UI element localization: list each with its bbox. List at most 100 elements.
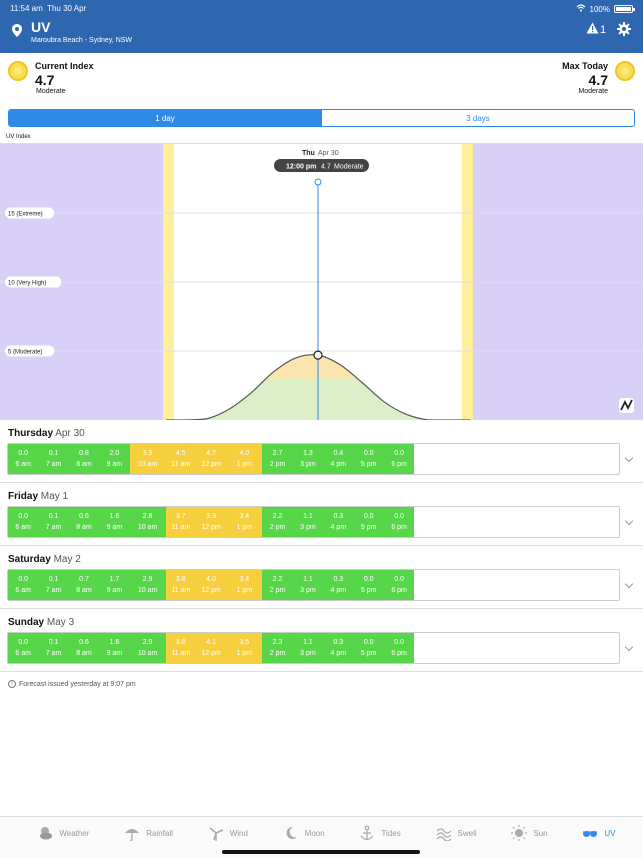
hour-cell: 0.0 6 pm [383,633,415,663]
current-value-point [313,350,323,360]
chevron-down-icon[interactable] [624,579,634,589]
hourly-strip[interactable]: 0.0 6 am 0.1 7 am 0.8 8 am 2.0 9 am 3.5 10 am 4.5 1… [7,443,620,475]
tab-label: Weather [59,828,90,838]
hour-uv-value: 0.0 [18,513,29,520]
hour-cell: 3.4 1 pm [226,570,263,600]
hour-uv-value: 2.8 [142,513,153,520]
hour-cell: 1.7 9 am [99,570,130,600]
tab-tides[interactable]: Tides [359,825,401,841]
hour-time: 5 pm [360,587,377,594]
tab-weather[interactable]: Weather [37,825,89,841]
hour-uv-value: 0.3 [333,576,344,583]
hour-uv-value: 0.4 [333,450,344,457]
hourly-strip[interactable]: 0.0 6 am 0.1 7 am 0.7 8 am 1.7 9 am 2.9 10 am 3.8 1… [7,569,620,601]
day-section: Thursday Apr 30 0.0 6 am 0.1 7 am 0.8 8 am 2.0 9… [0,420,643,483]
hour-cell: 0.1 7 am [38,507,69,537]
gear-icon[interactable] [617,22,631,41]
hour-time: 7 am [45,650,62,657]
current-time-handle[interactable] [314,178,322,186]
hour-time: 11 am [171,587,191,594]
hour-uv-value: 0.0 [394,576,404,583]
hour-uv-value: 0.0 [363,576,374,583]
warnings-button[interactable]: 1 [586,22,606,37]
hour-cell: 3.9 12 pm [195,507,227,537]
hour-uv-value: 0.0 [394,450,404,457]
segment-3-days[interactable]: 3 days [321,110,634,126]
day-title: Saturday May 2 [8,554,81,565]
hour-cell: 1.6 9 am [99,507,130,537]
hour-uv-value: 0.0 [363,450,374,457]
hour-uv-value: 2.9 [142,639,153,646]
hour-time: 1 pm [236,587,253,594]
day-title: Sunday May 3 [8,617,74,628]
hourly-strip[interactable]: 0.0 6 am 0.1 7 am 0.6 8 am 1.6 9 am 2.8 10 am 3.7 1… [7,506,620,538]
tab-wind[interactable]: Wind [208,825,248,841]
hour-uv-value: 3.4 [239,513,250,520]
chevron-down-icon[interactable] [624,453,634,463]
chart-type-icon[interactable] [619,398,634,413]
hour-cell: 0.3 4 pm [323,507,354,537]
hour-time: 8 am [76,461,92,468]
hour-uv-value: 2.7 [272,450,283,457]
chevron-down-icon[interactable] [624,642,634,652]
hour-time: 2 pm [269,650,286,657]
tab-swell[interactable]: Swell [436,825,477,841]
hour-uv-value: 1.6 [109,513,120,520]
max-today-category: Moderate [578,88,608,95]
chart-y-label: UV Index [6,134,31,140]
current-sun-icon [8,61,28,81]
hour-uv-value: 3.8 [175,576,186,583]
hour-cell: 2.3 2 pm [262,633,293,663]
hourly-strip[interactable]: 0.0 6 am 0.1 7 am 0.6 8 am 1.6 9 am 2.9 10 am 3.8 1… [7,632,620,664]
hour-cell: 0.1 7 am [38,444,69,474]
tab-uv[interactable]: UV [582,825,616,841]
hour-cell: 0.8 8 am [68,444,100,474]
day-section: Friday May 1 0.0 6 am 0.1 7 am 0.6 8 am 1.6 9 am… [0,483,643,546]
hour-uv-value: 0.3 [333,639,344,646]
hour-cell: 2.0 9 am [99,444,130,474]
hour-uv-value: 1.3 [303,450,313,457]
hour-cell: 0.0 6 am [8,507,39,537]
chevron-down-icon[interactable] [624,516,634,526]
hour-cell: 0.0 5 pm [353,633,384,663]
swell-icon [436,828,451,841]
hour-cell: 3.5 10 am [129,444,166,474]
hour-cell: 4.0 12 pm [195,570,227,600]
sun-icon [511,825,528,841]
hour-time: 8 am [76,587,92,594]
hour-cell: 1.1 3 pm [292,633,324,663]
hour-uv-value: 4.0 [239,450,250,457]
threshold-label: 15 (Extreme) [8,212,43,218]
hour-cell: 2.9 10 am [129,570,166,600]
hour-uv-value: 4.1 [206,639,217,646]
warning-icon [586,22,599,37]
hour-time: 3 pm [300,461,316,468]
hour-uv-value: 4.5 [175,450,186,457]
hour-uv-value: 3.5 [142,450,153,457]
hour-uv-value: 0.0 [363,639,374,646]
hour-uv-value: 0.6 [79,639,89,646]
hour-time: 1 pm [236,461,253,468]
location-name[interactable]: Maroubra Beach - Sydney, NSW [31,37,132,44]
wind-turbine-icon [209,827,224,841]
hour-uv-value: 1.1 [303,576,313,583]
hour-time: 10 am [137,461,158,468]
battery-icon [614,5,635,13]
segment-1-day[interactable]: 1 day [9,110,321,126]
threshold-label: 5 (Moderate) [8,350,42,356]
location-pin-icon [12,24,22,42]
hour-cell: 1.1 3 pm [292,507,324,537]
hour-time: 10 am [137,587,158,594]
tab-label: Tides [381,828,401,838]
hour-cell: 1.3 3 pm [292,444,324,474]
uv-chart[interactable]: 15 (Extreme) 10 (Very High) 5 (Moderate) T… [0,143,643,421]
tab-moon[interactable]: Moon [283,825,325,841]
hour-uv-value: 3.9 [206,513,217,520]
hour-time: 9 am [106,587,123,594]
tab-sun[interactable]: Sun [511,825,548,841]
hour-uv-value: 0.3 [333,513,344,520]
tab-rainfall[interactable]: Rainfall [124,825,173,841]
wifi-icon [576,4,586,14]
page-title: UV [31,19,51,35]
hour-uv-value: 2.9 [142,576,153,583]
